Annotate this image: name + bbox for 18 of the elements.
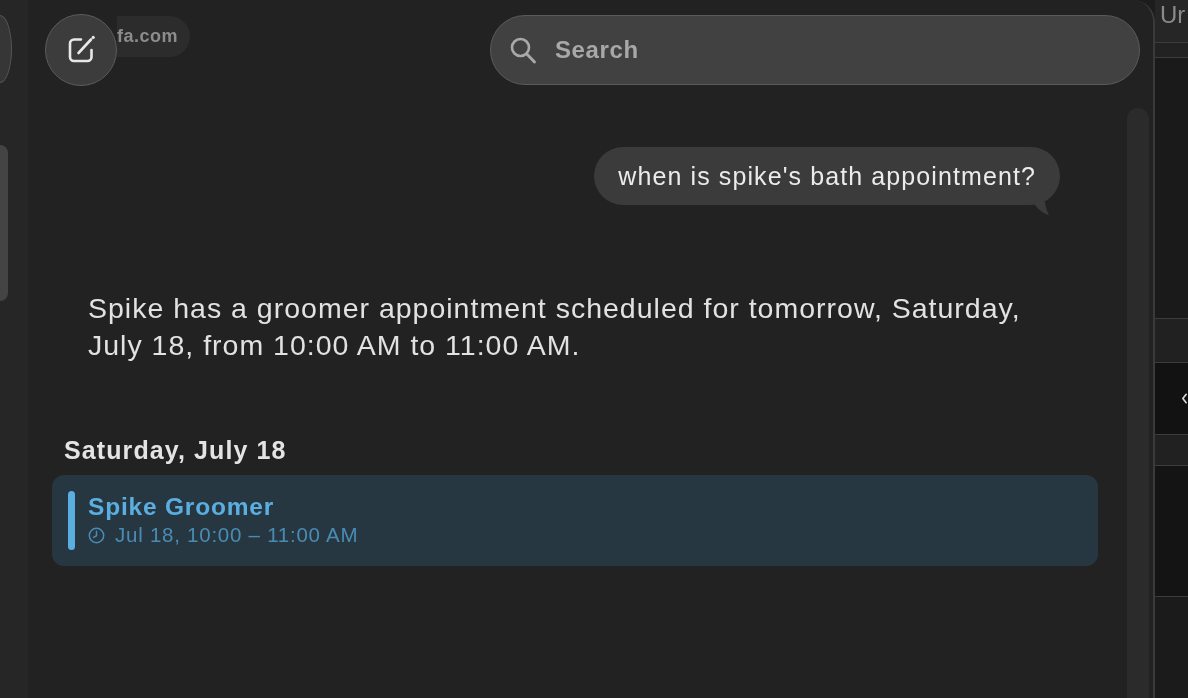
list-row[interactable] [1155,435,1188,466]
event-time: Jul 18, 10:00 – 11:00 AM [115,522,359,548]
bubble-tail [1033,202,1049,215]
date-heading: Saturday, July 18 [64,436,287,464]
compose-icon [66,35,96,65]
list-row[interactable] [1155,319,1188,363]
event-title: Spike Groomer [88,492,276,522]
link-chip[interactable]: fa.com [117,16,190,57]
partial-round-button[interactable] [0,15,12,83]
assistant-reply: Spike has a groomer appointment scheduled for tomorrow, Saturday, July 18, from 10:00 AM to 11:00 AM. [88,291,1022,363]
clock-icon [88,526,105,544]
user-message-bubble: when is spike's bath appointment? [594,147,1060,205]
event-card[interactable]: Spike Groomer Jul 18, 10:00 – 11:00 AM [52,475,1098,566]
chevron-icon[interactable] [1182,393,1187,404]
search-icon [510,37,536,64]
link-text: fa.com [116,26,178,47]
search-field[interactable]: Search [490,15,1140,85]
window-title-fragment: Ur [1160,0,1186,30]
